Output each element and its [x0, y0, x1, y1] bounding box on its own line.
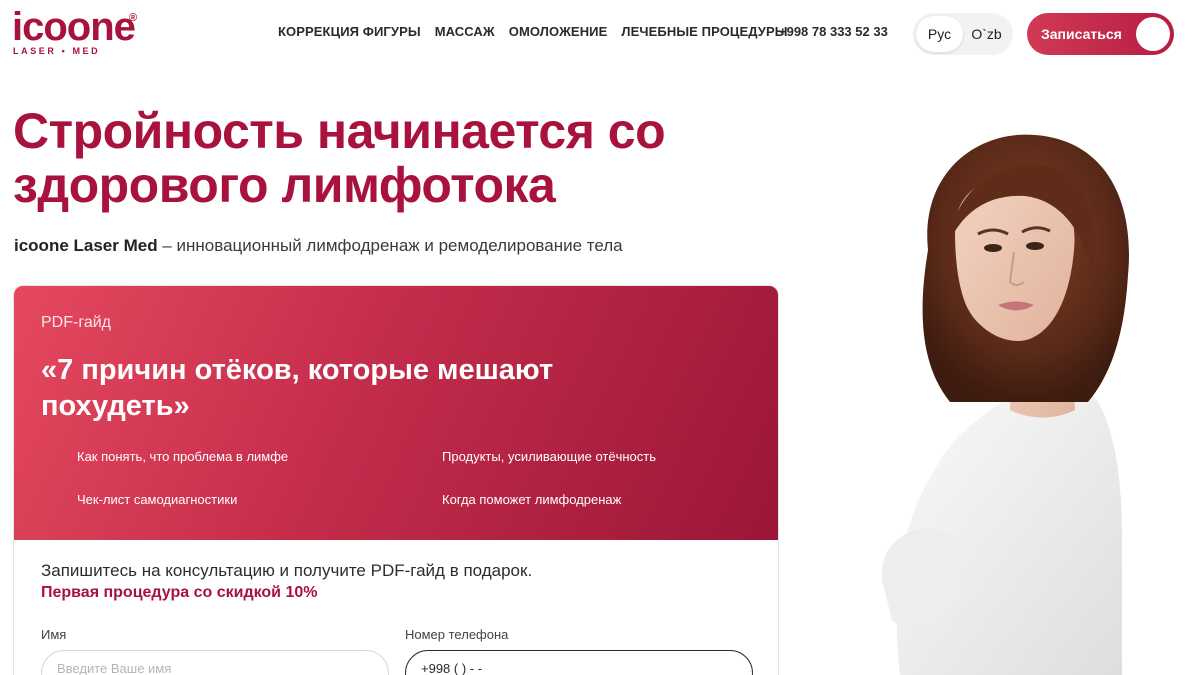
- nav-item-body-correction[interactable]: КОРРЕКЦИЯ ФИГУРЫ: [278, 24, 421, 39]
- lead-card: PDF-гайд «7 причин отёков, которые мешаю…: [13, 285, 779, 675]
- guide-bullet: Как понять, что проблема в лимфе: [77, 449, 289, 464]
- language-switcher: Рус O`zb: [913, 13, 1013, 55]
- phone-label: Номер телефона: [405, 627, 509, 642]
- signup-button[interactable]: Записаться: [1027, 13, 1174, 55]
- logo-registered-mark: ®: [129, 12, 138, 24]
- form-intro: Запишитесь на консультацию и получите PD…: [41, 561, 533, 580]
- signup-button-knob-icon: [1136, 17, 1170, 51]
- logo-subtitle: LASER • MED: [13, 46, 101, 56]
- nav-item-rejuvenation[interactable]: ОМОЛОЖЕНИЕ: [509, 24, 608, 39]
- nav-item-massage[interactable]: МАССАЖ: [435, 24, 495, 39]
- hero-subtitle: icoone Laser Med – инновационный лимфодр…: [14, 236, 623, 256]
- hero-title: Стройность начинается со здорового лимфо…: [13, 103, 666, 213]
- phone-input[interactable]: +998 ( ) - -: [405, 650, 753, 675]
- site-header: icoone ® LASER • MED КОРРЕКЦИЯ ФИГУРЫ МА…: [0, 0, 1200, 68]
- lang-option-ru[interactable]: Рус: [916, 16, 963, 52]
- nav-item-treatments[interactable]: ЛЕЧЕБНЫЕ ПРОЦЕДУРЫ: [621, 24, 787, 39]
- form-promo: Первая процедура со скидкой 10%: [41, 584, 318, 601]
- guide-bullet: Когда поможет лимфодренаж: [442, 492, 622, 507]
- main-nav: КОРРЕКЦИЯ ФИГУРЫ МАССАЖ ОМОЛОЖЕНИЕ ЛЕЧЕБ…: [278, 24, 788, 39]
- brand-logo[interactable]: icoone ® LASER • MED: [12, 5, 137, 58]
- lang-option-uz[interactable]: O`zb: [963, 16, 1010, 52]
- guide-bullet: Чек-лист самодиагностики: [77, 492, 238, 507]
- guide-banner: PDF-гайд «7 причин отёков, которые мешаю…: [14, 286, 778, 540]
- signup-button-label: Записаться: [1041, 26, 1122, 42]
- name-input[interactable]: Введите Ваше имя: [41, 650, 389, 675]
- logo-wordmark: icoone: [12, 5, 136, 49]
- guide-bullet: Продукты, усиливающие отёчность: [442, 449, 656, 464]
- hero-subtitle-brand: icoone Laser Med: [14, 236, 158, 255]
- woman-portrait-image: [881, 134, 1129, 675]
- guide-tag: PDF-гайд: [41, 314, 111, 331]
- name-label: Имя: [41, 627, 67, 642]
- hero-subtitle-text: – инновационный лимфодренаж и ремоделиро…: [157, 236, 623, 255]
- guide-title: «7 причин отёков, которые мешают похудет…: [41, 354, 554, 422]
- phone-link[interactable]: +998 78 333 52 33: [779, 24, 888, 39]
